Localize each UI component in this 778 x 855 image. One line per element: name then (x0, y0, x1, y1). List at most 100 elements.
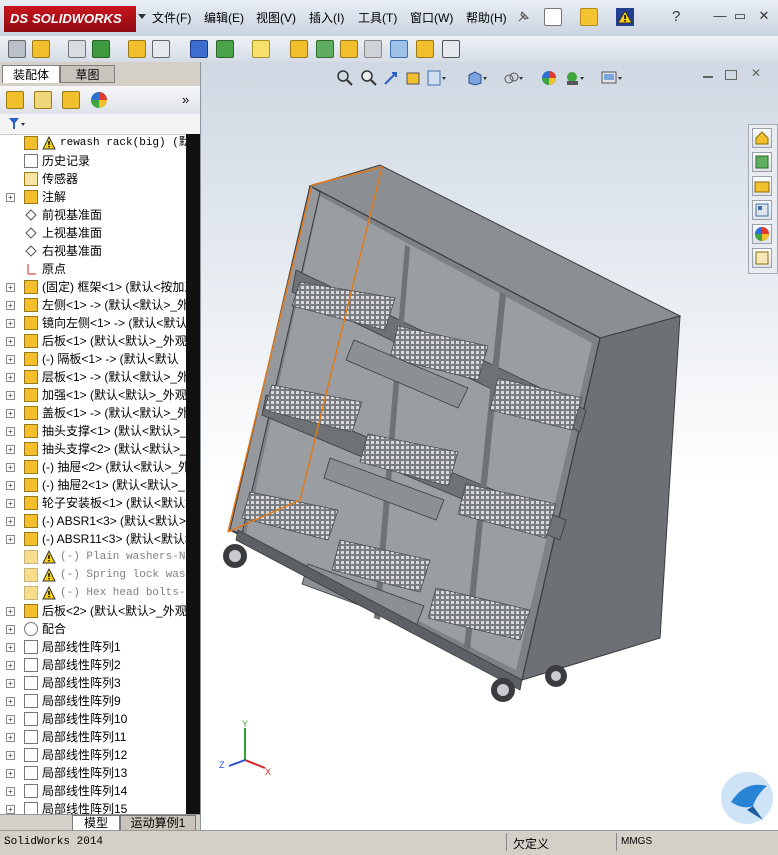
status-units-field[interactable]: MMGS (616, 833, 687, 851)
explode-line-sketch-icon[interactable] (364, 40, 382, 58)
restore-button[interactable]: ▭ (732, 8, 748, 24)
tree-item[interactable]: (-) Hex head bolts-Full (0, 584, 186, 602)
expand-icon[interactable]: + (6, 445, 15, 454)
expand-icon[interactable]: + (6, 355, 15, 364)
expand-icon[interactable]: + (6, 499, 15, 508)
display-manager-icon[interactable] (90, 91, 108, 109)
expand-icon[interactable]: + (6, 301, 15, 310)
tab-sketch[interactable]: 草图 (60, 65, 115, 83)
tree-item[interactable]: + 局部线性阵列3 (0, 674, 186, 692)
configuration-manager-icon[interactable] (62, 91, 80, 109)
close-button[interactable]: ✕ (756, 8, 772, 24)
interference-detection-icon[interactable] (416, 40, 434, 58)
menu-view[interactable]: 视图(V) (256, 10, 296, 26)
assembly-tool-icon[interactable] (8, 40, 26, 58)
expand-icon[interactable]: + (6, 535, 15, 544)
insert-components-icon[interactable] (32, 40, 50, 58)
expand-icon[interactable]: + (6, 337, 15, 346)
expand-icon[interactable]: + (6, 697, 15, 706)
pattern-tool-icon[interactable] (92, 40, 110, 58)
mate-tool-icon[interactable] (68, 40, 86, 58)
tree-item[interactable]: + 层板<1> -> (默认<默认>_外观 (0, 368, 186, 386)
tab-assembly[interactable]: 装配体 (2, 65, 60, 83)
tree-item[interactable]: + 配合 (0, 620, 186, 638)
expand-icon[interactable]: + (6, 661, 15, 670)
tree-item[interactable]: + 后板<2> (默认<默认>_外观 (0, 602, 186, 620)
expand-icon[interactable]: + (6, 463, 15, 472)
view-palette-icon[interactable] (752, 200, 772, 220)
rack-3d-model[interactable] (201, 62, 778, 830)
show-hidden-icon[interactable] (190, 40, 208, 58)
assembly-features-icon[interactable] (216, 40, 234, 58)
tree-item[interactable]: + (-) 抽屉2<1> (默认<默认>_ (0, 476, 186, 494)
expand-icon[interactable]: + (6, 517, 15, 526)
tree-item[interactable]: + 局部线性阵列10 (0, 710, 186, 728)
panel-more-button[interactable]: » (182, 92, 189, 107)
expand-icon[interactable]: + (6, 373, 15, 382)
property-manager-icon[interactable] (34, 91, 52, 109)
graphics-area[interactable]: ✕ Y X Z (201, 62, 778, 830)
expand-icon[interactable]: + (6, 787, 15, 796)
expand-icon[interactable]: + (6, 625, 15, 634)
tree-item[interactable]: 传感器 (0, 170, 186, 188)
tree-item[interactable]: + (-) ABSR1<3> (默认<默认>_ (0, 512, 186, 530)
options-icon[interactable] (442, 40, 460, 58)
reference-geometry-icon[interactable] (252, 40, 270, 58)
expand-icon[interactable]: + (6, 769, 15, 778)
tree-item[interactable]: 历史记录 (0, 152, 186, 170)
expand-icon[interactable]: + (6, 481, 15, 490)
file-explorer-icon[interactable] (752, 176, 772, 196)
tree-scrollbar[interactable] (186, 134, 200, 814)
expand-icon[interactable]: + (6, 409, 15, 418)
expand-icon[interactable]: + (6, 193, 15, 202)
tree-item[interactable]: + 局部线性阵列1 (0, 638, 186, 656)
expand-icon[interactable]: + (6, 391, 15, 400)
tree-item[interactable]: + 抽头支撑<1> (默认<默认>_外 (0, 422, 186, 440)
tree-item[interactable]: + (-) ABSR11<3> (默认<默认>_ (0, 530, 186, 548)
tree-item[interactable]: 前视基准面 (0, 206, 186, 224)
filter-icon[interactable] (8, 117, 26, 131)
tree-item[interactable]: + (固定) 框架<1> (默认<按加工 (0, 278, 186, 296)
smart-fasteners-icon[interactable] (128, 40, 146, 58)
tree-item[interactable]: (-) Spring lock washers (0, 566, 186, 584)
tree-item[interactable]: + 局部线性阵列2 (0, 656, 186, 674)
tree-item[interactable]: rewash rack(big) (默认<默认 (0, 134, 186, 152)
expand-icon[interactable]: + (6, 607, 15, 616)
rebuild-warning-icon[interactable] (616, 8, 634, 26)
solidworks-logo[interactable]: DS SOLIDWORKS (4, 6, 136, 32)
home-icon[interactable] (752, 128, 772, 148)
tree-item[interactable]: 上视基准面 (0, 224, 186, 242)
menu-edit[interactable]: 编辑(E) (204, 10, 244, 26)
menu-tools[interactable]: 工具(T) (358, 10, 397, 26)
expand-icon[interactable]: + (6, 751, 15, 760)
tree-item[interactable]: + (-) 隔板<1> -> (默认<默认 (0, 350, 186, 368)
tree-item[interactable]: + 镜向左侧<1> -> (默认<默认> (0, 314, 186, 332)
tree-item[interactable]: + 左侧<1> -> (默认<默认>_外观 (0, 296, 186, 314)
expand-icon[interactable]: + (6, 715, 15, 724)
tree-item[interactable]: + 局部线性阵列15 (0, 800, 186, 814)
tree-item[interactable]: + 抽头支撑<2> (默认<默认>_外 (0, 440, 186, 458)
logo-arrow-icon[interactable] (138, 14, 146, 19)
expand-icon[interactable]: + (6, 679, 15, 688)
pin-icon[interactable] (516, 10, 530, 24)
minimize-button[interactable]: — (712, 8, 728, 24)
expand-icon[interactable]: + (6, 733, 15, 742)
new-motion-study-icon[interactable] (290, 40, 308, 58)
menu-help[interactable]: 帮助(H) (466, 10, 507, 26)
tree-item[interactable]: 原点 (0, 260, 186, 278)
feature-manager-tree-icon[interactable] (6, 91, 24, 109)
expand-icon[interactable]: + (6, 283, 15, 292)
move-component-icon[interactable] (152, 40, 170, 58)
expand-icon[interactable]: + (6, 643, 15, 652)
menu-insert[interactable]: 插入(I) (309, 10, 344, 26)
open-folder-icon[interactable] (580, 8, 598, 26)
tree-item[interactable]: (-) Plain washers-N ser (0, 548, 186, 566)
tree-item[interactable]: + 盖板<1> -> (默认<默认>_外观 (0, 404, 186, 422)
expand-icon[interactable]: + (6, 805, 15, 814)
tree-item[interactable]: + (-) 抽屉<2> (默认<默认>_外 (0, 458, 186, 476)
tree-item[interactable]: + 局部线性阵列9 (0, 692, 186, 710)
tree-item[interactable]: 右视基准面 (0, 242, 186, 260)
design-library-icon[interactable] (752, 152, 772, 172)
bill-of-materials-icon[interactable] (316, 40, 334, 58)
exploded-view-icon[interactable] (340, 40, 358, 58)
